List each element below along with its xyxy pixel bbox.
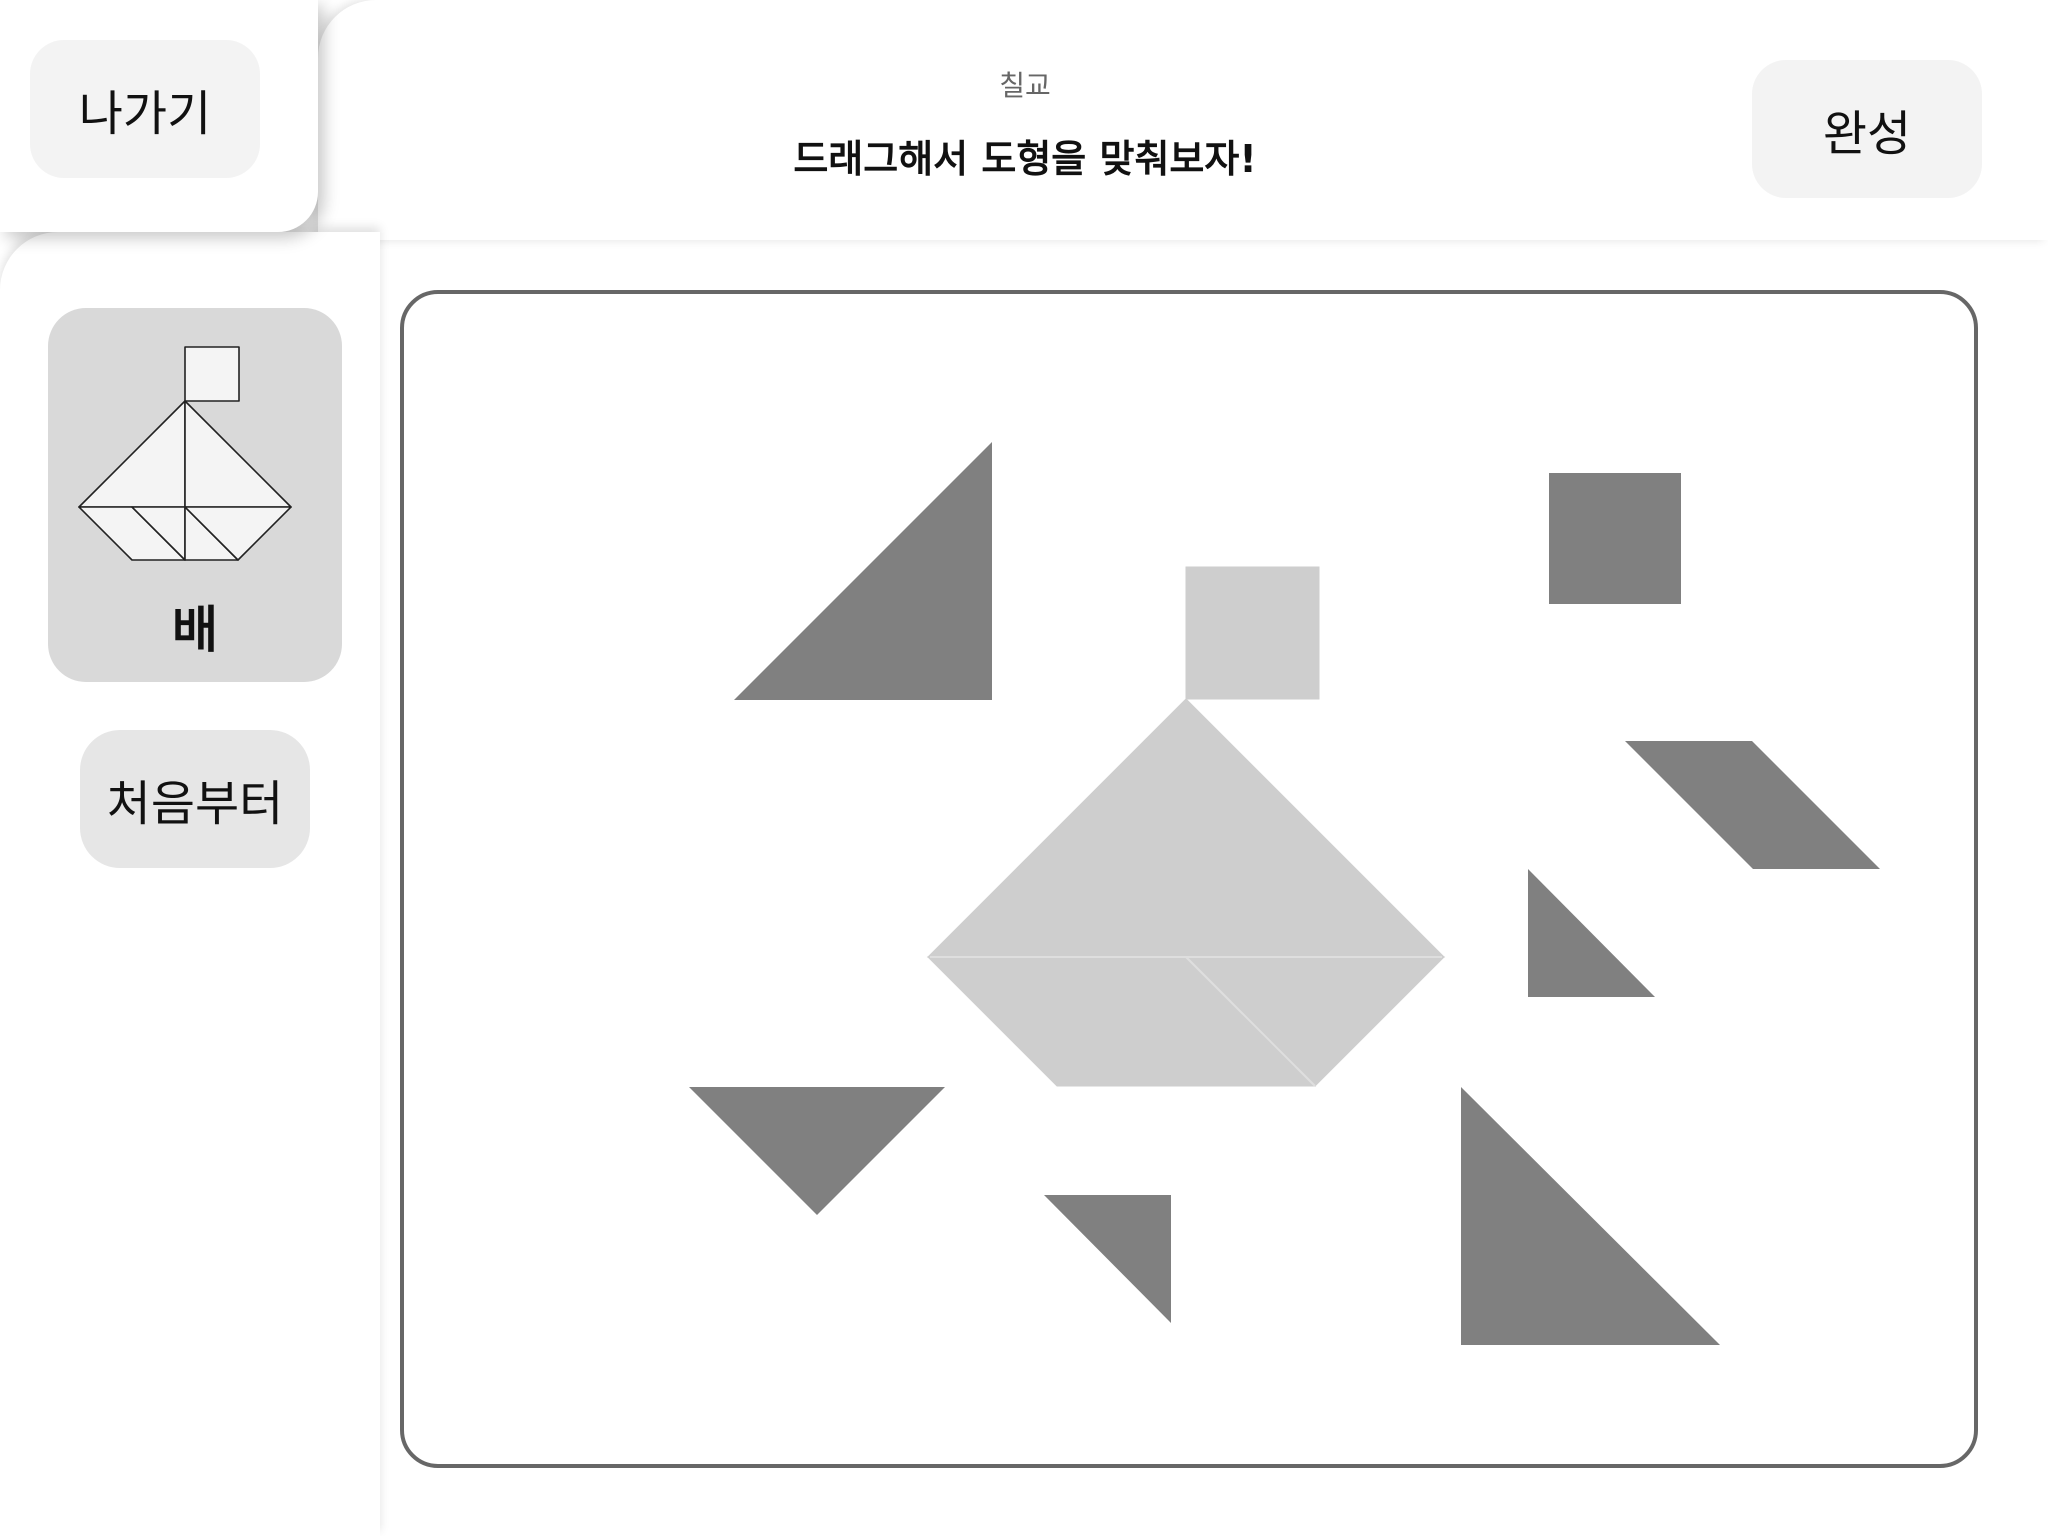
- small-triangle-piece[interactable]: [1528, 869, 1655, 997]
- parallelogram-piece[interactable]: [1625, 741, 1880, 869]
- square-piece[interactable]: [1549, 473, 1681, 604]
- large-triangle-piece[interactable]: [734, 442, 992, 700]
- target-silhouette: [926, 566, 1446, 1087]
- target-large-triangle-right: [1185, 697, 1446, 958]
- medium-triangle-piece[interactable]: [689, 1087, 945, 1215]
- target-square: [1185, 566, 1320, 700]
- large-triangle-piece[interactable]: [1461, 1087, 1720, 1345]
- small-triangle-piece[interactable]: [1044, 1195, 1171, 1323]
- target-large-triangle-left: [926, 697, 1187, 958]
- board-canvas: [689, 442, 1880, 1345]
